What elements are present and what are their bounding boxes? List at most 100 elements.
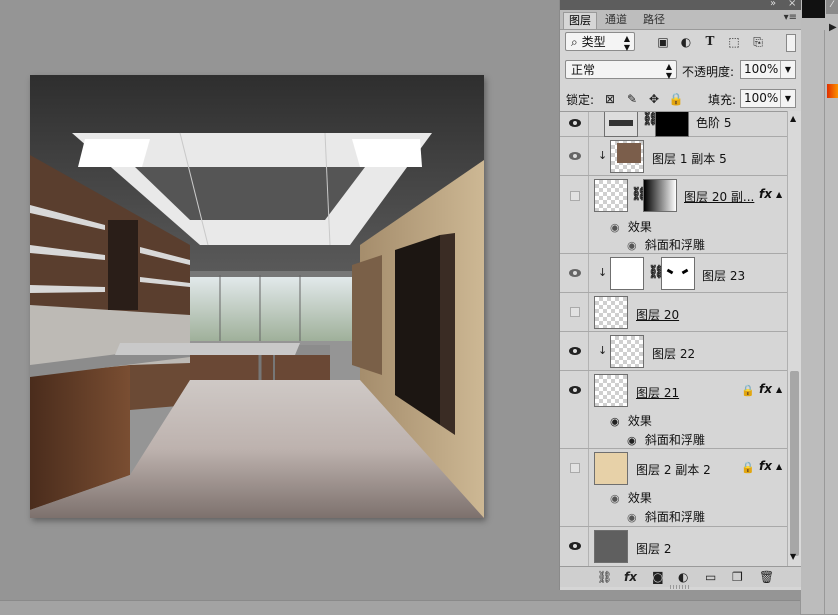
expand-arrow-icon[interactable]: ▲ bbox=[776, 190, 782, 199]
filter-pixel-icon[interactable]: ▣ bbox=[655, 34, 671, 50]
tab-layers[interactable]: 图层 bbox=[563, 12, 597, 29]
mask-thumbnail[interactable] bbox=[655, 112, 689, 137]
lock-transparent-icon[interactable]: ⊠ bbox=[602, 91, 618, 107]
chevron-down-icon[interactable]: ▼ bbox=[780, 61, 795, 78]
layer-row[interactable]: ↓ 图层 1 副本 5 bbox=[560, 137, 787, 176]
effect-item[interactable]: ◉ 斜面和浮雕 bbox=[627, 236, 705, 253]
tab-channels[interactable]: 通道 bbox=[600, 12, 632, 28]
horizontal-scrollbar[interactable] bbox=[0, 600, 800, 615]
eye-icon[interactable] bbox=[567, 344, 583, 358]
eye-icon[interactable] bbox=[567, 266, 583, 280]
lock-row: 锁定: ⊠ ✎ ✥ 🔒 填充: 100% ▼ bbox=[560, 88, 801, 110]
panel-tabs: 图层 通道 路径 ▾≡ bbox=[560, 10, 801, 30]
eye-icon[interactable]: ◉ bbox=[610, 415, 624, 428]
effects-row[interactable]: ◉ 效果 bbox=[610, 489, 652, 506]
eye-icon[interactable] bbox=[567, 539, 583, 553]
blend-mode-dropdown[interactable]: 正常 ▲ ▼ bbox=[565, 60, 677, 80]
add-style-icon[interactable]: fx bbox=[624, 570, 637, 584]
eye-icon[interactable] bbox=[567, 116, 583, 130]
scroll-thumb[interactable] bbox=[790, 371, 799, 556]
filter-type-icon[interactable]: T bbox=[702, 33, 718, 49]
fill-input[interactable]: 100% ▼ bbox=[740, 89, 796, 108]
layer-name[interactable]: 图层 20 bbox=[636, 306, 679, 323]
layer-name[interactable]: 图层 2 bbox=[636, 540, 671, 557]
layer-thumbnail[interactable] bbox=[610, 140, 644, 173]
layer-thumbnail[interactable] bbox=[594, 530, 628, 563]
visibility-checkbox[interactable] bbox=[570, 307, 580, 317]
filter-shape-icon[interactable]: ⬚ bbox=[726, 34, 742, 50]
resize-grip[interactable] bbox=[670, 585, 690, 589]
expand-arrow-icon[interactable]: ▲ bbox=[776, 385, 782, 394]
eye-icon[interactable] bbox=[567, 383, 583, 397]
lock-all-icon[interactable]: 🔒 bbox=[668, 91, 684, 107]
fx-icon[interactable]: fx bbox=[759, 459, 772, 473]
eye-icon[interactable]: ◉ bbox=[627, 511, 641, 524]
new-layer-icon[interactable]: ❐ bbox=[732, 570, 743, 584]
adjustment-layer-icon[interactable]: ◐ bbox=[678, 570, 688, 584]
play-icon[interactable]: ▶ bbox=[829, 22, 837, 33]
fx-icon[interactable]: fx bbox=[759, 382, 772, 396]
layer-row[interactable]: ⛓ 色阶 5 bbox=[560, 112, 787, 137]
filter-smart-object-icon[interactable]: ⎘ bbox=[750, 34, 766, 50]
eye-icon[interactable]: ◉ bbox=[627, 239, 641, 252]
effects-row[interactable]: ◉ 效果 bbox=[610, 218, 652, 235]
visibility-checkbox[interactable] bbox=[570, 191, 580, 201]
layer-row[interactable]: 图层 20 bbox=[560, 293, 787, 332]
opacity-input[interactable]: 100% ▼ bbox=[740, 60, 796, 79]
layer-name[interactable]: 图层 21 bbox=[636, 384, 679, 401]
document-canvas[interactable] bbox=[30, 75, 484, 518]
layer-name[interactable]: 图层 2 副本 2 bbox=[636, 461, 711, 478]
layer-thumbnail[interactable] bbox=[594, 452, 628, 485]
layer-thumbnail[interactable] bbox=[594, 374, 628, 407]
layer-name[interactable]: 图层 22 bbox=[652, 345, 695, 362]
layer-row[interactable]: 图层 2 bbox=[560, 527, 787, 567]
filter-adjustment-icon[interactable]: ◐ bbox=[678, 34, 694, 50]
folder-icon[interactable]: ▭ bbox=[705, 570, 716, 584]
layer-thumbnail[interactable] bbox=[610, 257, 644, 290]
filter-kind-dropdown[interactable]: ⌕ 类型 ▲ ▼ bbox=[565, 32, 635, 52]
effects-row[interactable]: ◉ 效果 bbox=[610, 412, 652, 429]
mask-thumbnail[interactable] bbox=[643, 179, 677, 212]
lock-move-icon[interactable]: ✥ bbox=[646, 91, 662, 107]
layer-row[interactable]: 图层 2 副本 2 🔒 fx ▲ ◉ 效果 ◉ 斜面和浮雕 bbox=[560, 449, 787, 527]
scroll-up-icon[interactable]: ▲ bbox=[790, 114, 796, 123]
layer-name[interactable]: 图层 20 副... bbox=[684, 188, 754, 205]
link-layers-icon[interactable]: ⛓ bbox=[597, 570, 612, 584]
layer-row[interactable]: ↓ ⛓ 图层 23 bbox=[560, 254, 787, 293]
lock-paint-icon[interactable]: ✎ bbox=[624, 91, 640, 107]
expand-arrow-icon[interactable]: ▲ bbox=[776, 462, 782, 471]
chevron-down-icon[interactable]: ▼ bbox=[780, 90, 795, 107]
collapse-icon[interactable]: » bbox=[770, 0, 776, 9]
layer-row[interactable]: 图层 21 🔒 fx ▲ ◉ 效果 ◉ 斜面和浮雕 bbox=[560, 371, 787, 449]
layer-name[interactable]: 色阶 5 bbox=[696, 114, 731, 131]
layer-thumbnail[interactable] bbox=[594, 296, 628, 329]
layer-name[interactable]: 图层 1 副本 5 bbox=[652, 150, 727, 167]
eye-icon[interactable]: ◉ bbox=[627, 434, 641, 447]
layer-row[interactable]: ↓ 图层 22 bbox=[560, 332, 787, 371]
tab-paths[interactable]: 路径 bbox=[638, 12, 670, 28]
layers-scrollbar[interactable]: ▲ ▼ bbox=[787, 111, 802, 566]
visibility-checkbox[interactable] bbox=[570, 463, 580, 473]
mask-thumbnail[interactable] bbox=[661, 257, 695, 290]
layer-thumbnail[interactable] bbox=[610, 335, 644, 368]
filter-row: ⌕ 类型 ▲ ▼ ▣ ◐ T ⬚ ⎘ bbox=[560, 32, 801, 54]
trash-icon[interactable]: 🗑 bbox=[759, 570, 774, 584]
eye-icon[interactable]: ◉ bbox=[610, 221, 624, 234]
layer-thumbnail[interactable] bbox=[594, 179, 628, 212]
fill-label: 填充: bbox=[708, 93, 737, 107]
eye-icon[interactable] bbox=[567, 149, 583, 163]
scroll-down-icon[interactable]: ▼ bbox=[790, 552, 796, 561]
filter-toggle-switch[interactable] bbox=[786, 34, 796, 52]
gradient-swatch[interactable] bbox=[827, 84, 838, 98]
panel-menu-icon[interactable]: ▾≡ bbox=[784, 12, 797, 23]
dock-menu-icon[interactable]: ⁄ bbox=[826, 0, 838, 14]
effect-item[interactable]: ◉ 斜面和浮雕 bbox=[627, 431, 705, 448]
layer-row[interactable]: ⛓ 图层 20 副... fx ▲ ◉ 效果 ◉ 斜面和浮雕 bbox=[560, 176, 787, 254]
effect-item[interactable]: ◉ 斜面和浮雕 bbox=[627, 508, 705, 525]
add-mask-icon[interactable]: ◙ bbox=[652, 570, 664, 584]
eye-icon[interactable]: ◉ bbox=[610, 492, 624, 505]
close-icon[interactable]: × bbox=[788, 0, 796, 9]
color-swatch-black[interactable] bbox=[802, 0, 825, 18]
fx-icon[interactable]: fx bbox=[759, 187, 772, 201]
layer-name[interactable]: 图层 23 bbox=[702, 267, 745, 284]
